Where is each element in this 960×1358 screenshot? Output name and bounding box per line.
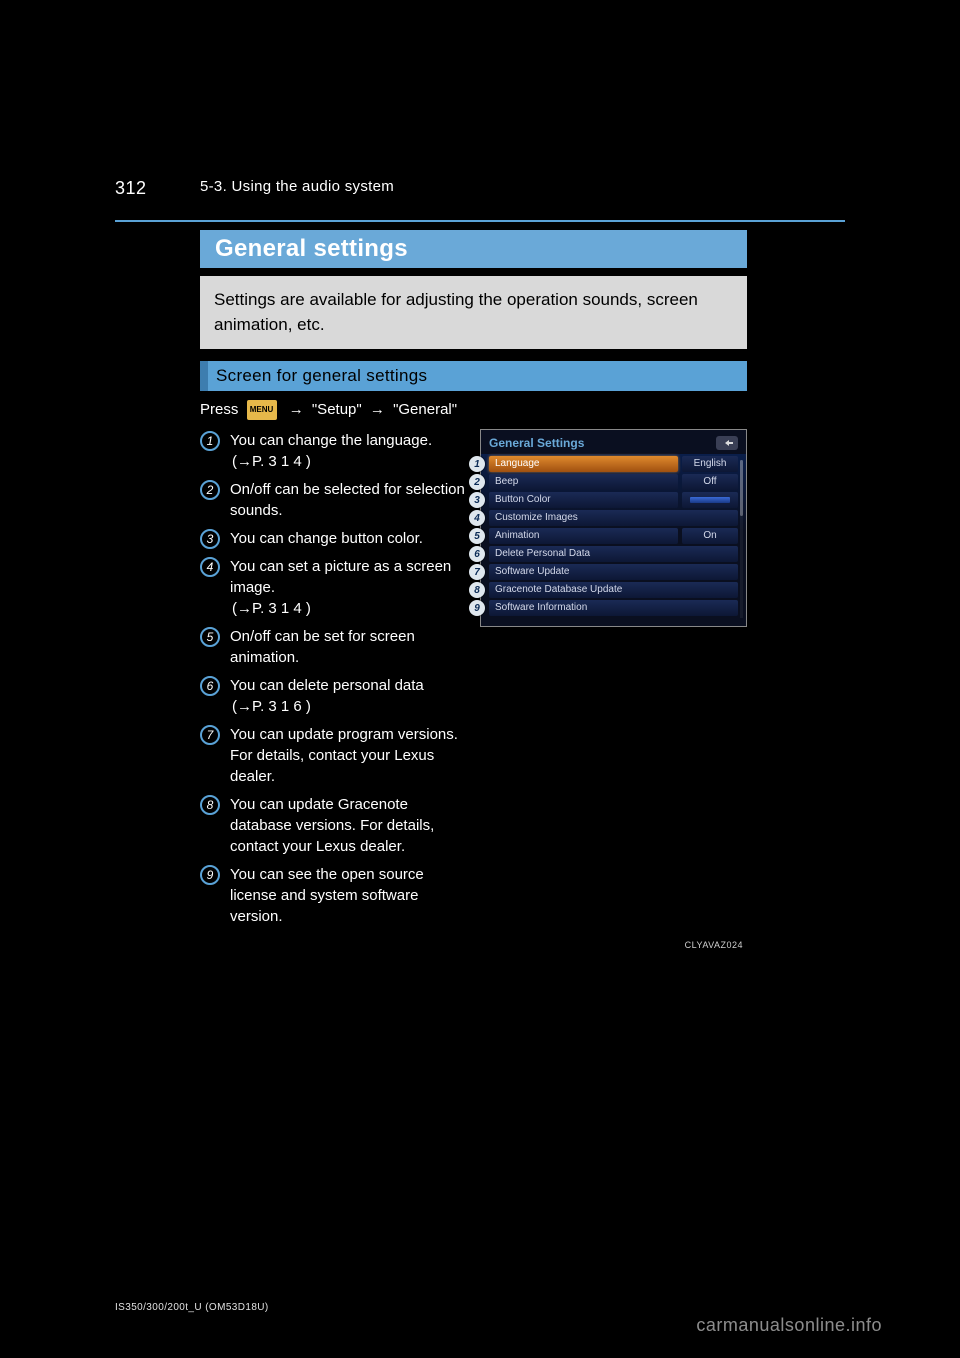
section-accent bbox=[200, 361, 208, 391]
back-icon[interactable] bbox=[716, 436, 738, 450]
pointer-4: 4 bbox=[469, 510, 485, 526]
screenshot-header: General Settings bbox=[481, 430, 746, 454]
settings-row-label: Software Update bbox=[489, 564, 738, 580]
settings-row-value[interactable]: On bbox=[682, 528, 738, 544]
content-area: General settings Settings are available … bbox=[200, 230, 747, 934]
settings-row-language[interactable]: 1 Language English bbox=[489, 456, 738, 472]
callout-number-4: 4 bbox=[200, 557, 220, 577]
arrow-icon: → bbox=[289, 401, 304, 418]
scrollbar-thumb[interactable] bbox=[740, 460, 743, 515]
menu-button-icon: MENU bbox=[247, 400, 277, 420]
pointer-6: 6 bbox=[469, 546, 485, 562]
page-number: 312 bbox=[115, 178, 147, 199]
pointer-2: 2 bbox=[469, 474, 485, 490]
settings-row-delete-personal-data[interactable]: 6 Delete Personal Data bbox=[489, 546, 738, 562]
intro-box: Settings are available for adjusting the… bbox=[200, 276, 747, 349]
running-header: 5-3. Using the audio system bbox=[200, 178, 394, 195]
callout-number-9: 9 bbox=[200, 865, 220, 885]
settings-row-customize-images[interactable]: 4 Customize Images bbox=[489, 510, 738, 526]
watermark: carmanualsonline.info bbox=[696, 1315, 882, 1336]
scrollbar[interactable] bbox=[740, 460, 743, 618]
footer-model-code: IS350/300/200t_U (OM53D18U) bbox=[115, 1302, 269, 1313]
page-reference: (→P. 3 1 4 ) bbox=[232, 598, 311, 619]
callout-item: 8 You can update Gracenote database vers… bbox=[200, 794, 468, 857]
settings-row-label: Gracenote Database Update bbox=[489, 582, 738, 598]
pointer-9: 9 bbox=[469, 600, 485, 616]
section-label: Screen for general settings bbox=[216, 366, 427, 386]
settings-row-software-update[interactable]: 7 Software Update bbox=[489, 564, 738, 580]
manual-page: 312 5-3. Using the audio system General … bbox=[0, 0, 960, 1358]
settings-row-label: Button Color bbox=[489, 492, 678, 508]
callout-number-3: 3 bbox=[200, 529, 220, 549]
callout-item: 3 You can change button color. bbox=[200, 528, 468, 549]
pointer-8: 8 bbox=[469, 582, 485, 598]
callout-text: You can change the language. (→P. 3 1 4 … bbox=[230, 430, 432, 472]
pointer-5: 5 bbox=[469, 528, 485, 544]
settings-row-label: Language bbox=[489, 456, 678, 472]
callout-text: You can see the open source license and … bbox=[230, 864, 468, 927]
arrow-icon: → bbox=[370, 401, 385, 418]
callout-text: You can change button color. bbox=[230, 528, 423, 549]
callout-number-7: 7 bbox=[200, 725, 220, 745]
settings-row-gracenote-update[interactable]: 8 Gracenote Database Update bbox=[489, 582, 738, 598]
body-row: Press MENU → "Setup" → "General" 1 You c… bbox=[200, 399, 747, 934]
page-reference: (→P. 3 1 6 ) bbox=[232, 696, 311, 717]
color-swatch-icon[interactable] bbox=[682, 492, 738, 508]
callout-number-5: 5 bbox=[200, 627, 220, 647]
settings-row-label: Animation bbox=[489, 528, 678, 544]
screenshot-rows: 1 Language English 2 Beep Off 3 Button C… bbox=[481, 454, 746, 626]
callout-text: You can update program versions. For det… bbox=[230, 724, 468, 787]
pointer-7: 7 bbox=[469, 564, 485, 580]
callout-number-2: 2 bbox=[200, 480, 220, 500]
settings-row-beep[interactable]: 2 Beep Off bbox=[489, 474, 738, 490]
callout-text: You can update Gracenote database versio… bbox=[230, 794, 468, 857]
callout-item: 7 You can update program versions. For d… bbox=[200, 724, 468, 787]
callout-item: 6 You can delete personal data (→P. 3 1 … bbox=[200, 675, 468, 717]
settings-row-value[interactable]: English bbox=[682, 456, 738, 472]
callout-number-8: 8 bbox=[200, 795, 220, 815]
title-bar: General settings bbox=[200, 230, 747, 268]
pointer-1: 1 bbox=[469, 456, 485, 472]
instruction-step-setup: "Setup" bbox=[312, 401, 362, 418]
callout-item: 5 On/off can be set for screen animation… bbox=[200, 626, 468, 668]
settings-row-button-color[interactable]: 3 Button Color bbox=[489, 492, 738, 508]
settings-row-label: Software Information bbox=[489, 600, 738, 616]
callout-text: On/off can be selected for selection sou… bbox=[230, 479, 468, 521]
settings-row-animation[interactable]: 5 Animation On bbox=[489, 528, 738, 544]
screenshot-caption: CLYAVAZ024 bbox=[685, 940, 743, 950]
page-title: General settings bbox=[215, 235, 408, 263]
instruction-prefix: Press bbox=[200, 401, 238, 418]
callout-item: 1 You can change the language. (→P. 3 1 … bbox=[200, 430, 468, 472]
callout-item: 4 You can set a picture as a screen imag… bbox=[200, 556, 468, 619]
instruction-line: Press MENU → "Setup" → "General" bbox=[200, 399, 468, 420]
settings-row-label: Beep bbox=[489, 474, 678, 490]
callout-text: You can delete personal data (→P. 3 1 6 … bbox=[230, 675, 468, 717]
callout-item: 9 You can see the open source license an… bbox=[200, 864, 468, 927]
pointer-3: 3 bbox=[469, 492, 485, 508]
right-column: General Settings 1 Language English 2 bbox=[480, 399, 747, 934]
settings-row-label: Customize Images bbox=[489, 510, 738, 526]
callout-item: 2 On/off can be selected for selection s… bbox=[200, 479, 468, 521]
settings-screenshot: General Settings 1 Language English 2 bbox=[480, 429, 747, 627]
callout-number-1: 1 bbox=[200, 431, 220, 451]
left-column: Press MENU → "Setup" → "General" 1 You c… bbox=[200, 399, 480, 934]
settings-row-software-information[interactable]: 9 Software Information bbox=[489, 600, 738, 616]
settings-row-value[interactable]: Off bbox=[682, 474, 738, 490]
instruction-step-general: "General" bbox=[393, 401, 457, 418]
header-rule bbox=[115, 220, 845, 222]
screenshot-title: General Settings bbox=[489, 436, 584, 450]
settings-row-label: Delete Personal Data bbox=[489, 546, 738, 562]
page-reference: (→P. 3 1 4 ) bbox=[232, 451, 311, 472]
callout-number-6: 6 bbox=[200, 676, 220, 696]
callout-text: On/off can be set for screen animation. bbox=[230, 626, 468, 668]
callout-text: You can set a picture as a screen image.… bbox=[230, 556, 468, 619]
section-header: Screen for general settings bbox=[200, 361, 747, 391]
